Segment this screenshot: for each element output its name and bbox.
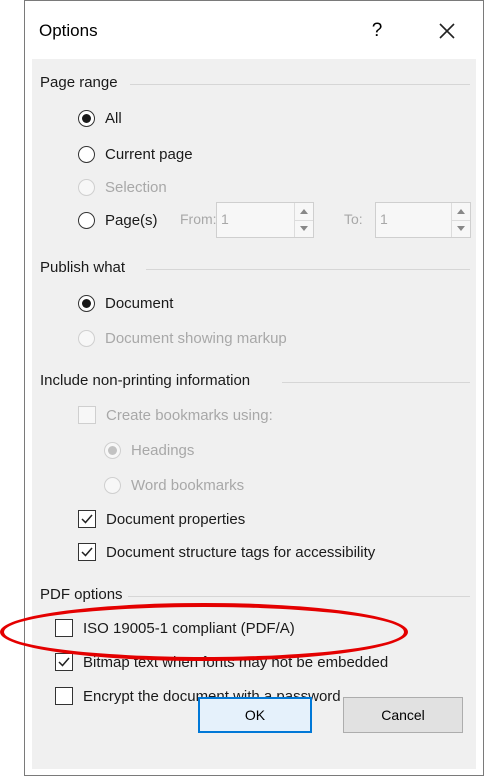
ok-button[interactable]: OK [198,697,312,733]
to-spinner-buttons [451,203,470,237]
radio-selection [78,178,95,196]
close-button[interactable] [433,17,461,45]
create-bookmarks-checkbox [78,406,96,424]
options-dialog: Options ? Page range All Current page Se… [24,0,484,776]
create-bookmarks-label: Create bookmarks using: [106,406,273,424]
to-spin-down-button[interactable] [452,220,470,237]
to-input[interactable] [380,211,430,227]
page-range-group-label: Page range [40,74,118,91]
from-label: From: [180,211,217,227]
dialog-title: Options [39,21,98,40]
options-panel: Page range All Current page Selection Pa… [32,59,476,769]
checkmark-icon [58,657,70,667]
create-bookmarks-row: Create bookmarks using: [78,402,273,428]
from-spinner-buttons [294,203,313,237]
non-printing-group-label: Include non-printing information [40,372,251,389]
radio-document[interactable] [78,294,95,312]
radio-all-row[interactable]: All [78,105,122,131]
radio-selection-label: Selection [105,178,167,196]
checkmark-icon [81,547,93,557]
from-spin-up-button[interactable] [295,203,313,221]
bitmap-text-label: Bitmap text when fonts may not be embedd… [83,653,389,671]
from-input[interactable] [221,211,271,227]
structure-tags-label: Document structure tags for accessibilit… [106,543,376,561]
from-spinner[interactable] [216,202,314,238]
to-spinner[interactable] [375,202,471,238]
radio-pages[interactable] [78,211,95,229]
bitmap-text-checkbox[interactable] [55,653,73,671]
radio-document-row[interactable]: Document [78,290,173,316]
to-spin-up-button[interactable] [452,203,470,221]
radio-pages-label: Page(s) [105,211,158,229]
radio-selection-row: Selection [78,174,167,200]
document-properties-row[interactable]: Document properties [78,506,245,532]
radio-current-page[interactable] [78,145,95,163]
iso-compliant-row[interactable]: ISO 19005-1 compliant (PDF/A) [55,615,295,641]
radio-all-label: All [105,109,122,127]
spin-up-icon [457,209,465,214]
title-bar: Options ? [25,1,483,59]
spin-down-icon [300,226,308,231]
radio-document-label: Document [105,294,174,312]
help-button[interactable]: ? [365,19,389,43]
document-properties-checkbox[interactable] [78,510,96,528]
encrypt-checkbox[interactable] [55,687,73,705]
radio-headings [104,441,121,459]
radio-document-markup-row: Document showing markup [78,325,287,351]
structure-tags-row[interactable]: Document structure tags for accessibilit… [78,539,375,565]
iso-compliant-checkbox[interactable] [55,619,73,637]
radio-all[interactable] [78,109,95,127]
spin-down-icon [457,226,465,231]
to-label: To: [344,211,363,227]
cancel-button[interactable]: Cancel [343,697,463,733]
radio-document-markup [78,329,95,347]
from-spin-down-button[interactable] [295,220,313,237]
document-properties-label: Document properties [106,510,246,528]
page-range-divider [130,84,470,85]
spin-up-icon [300,209,308,214]
radio-pages-row[interactable]: Page(s) [78,207,158,233]
checkmark-icon [81,514,93,524]
radio-word-bookmarks-label: Word bookmarks [131,476,245,494]
radio-headings-label: Headings [131,441,195,459]
structure-tags-checkbox[interactable] [78,543,96,561]
publish-what-divider [146,269,470,270]
iso-compliant-label: ISO 19005-1 compliant (PDF/A) [83,619,295,637]
radio-word-bookmarks [104,476,121,494]
non-printing-divider [282,382,470,383]
publish-what-group-label: Publish what [40,259,126,276]
radio-current-page-row[interactable]: Current page [78,141,193,167]
radio-document-markup-label: Document showing markup [105,329,287,347]
close-icon [439,23,455,39]
radio-word-bookmarks-row: Word bookmarks [104,472,244,498]
pdf-options-group-label: PDF options [40,586,123,603]
radio-current-page-label: Current page [105,145,193,163]
pdf-options-divider [128,596,470,597]
bitmap-text-row[interactable]: Bitmap text when fonts may not be embedd… [55,649,388,675]
radio-headings-row: Headings [104,437,194,463]
